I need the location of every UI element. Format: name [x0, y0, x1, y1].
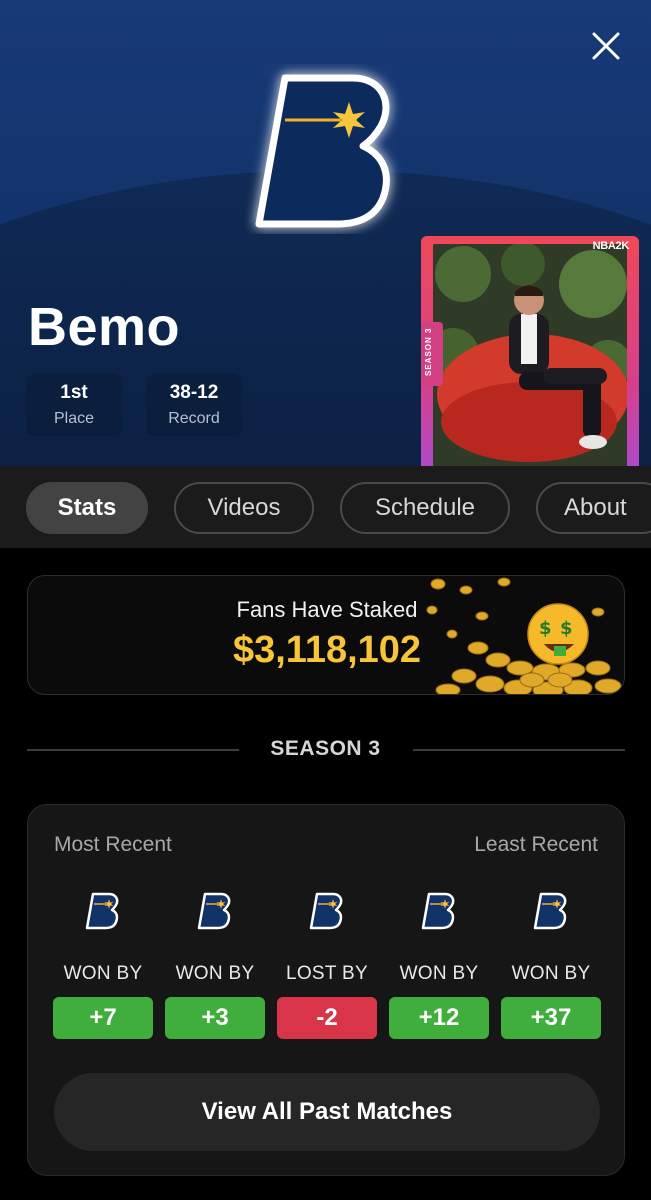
nba2k-badge: NBA2K: [592, 240, 630, 252]
player-photo: [433, 244, 627, 470]
match-result[interactable]: WON BY +3: [165, 891, 265, 1039]
player-card[interactable]: NBA2K SEASON 3: [421, 236, 639, 470]
tab-about[interactable]: About: [536, 482, 651, 534]
player-name: Bemo: [28, 297, 181, 357]
card-season-label: SEASON 3: [424, 327, 433, 376]
match-result-label: WON BY: [63, 963, 143, 984]
most-recent-label: Most Recent: [54, 833, 172, 856]
stat-place-label: Place: [53, 410, 95, 427]
b-star-logo-icon: [421, 892, 455, 930]
match-margin: -2: [277, 997, 377, 1039]
match-result-label: LOST BY: [285, 963, 368, 984]
b-star-logo-icon: [255, 74, 390, 228]
close-icon[interactable]: [584, 24, 628, 68]
divider-right: [413, 749, 625, 751]
match-result-label: WON BY: [511, 963, 591, 984]
least-recent-label: Least Recent: [474, 833, 598, 856]
match-result[interactable]: WON BY +12: [389, 891, 489, 1039]
view-all-past-matches-button[interactable]: View All Past Matches: [54, 1073, 600, 1151]
match-result-label: WON BY: [175, 963, 255, 984]
fans-staked-amount: $3,118,102: [232, 629, 422, 671]
match-margin: +3: [165, 997, 265, 1039]
fans-staked-banner: $ $ Fans Have Staked $3,118,102: [27, 575, 625, 695]
b-star-logo-icon: [85, 892, 119, 930]
player-hero: Bemo 1st Place 38-12 Record NBA2K SEASON…: [0, 0, 651, 470]
stat-record-value: 38-12: [169, 382, 219, 403]
tab-schedule[interactable]: Schedule: [340, 482, 510, 534]
stat-record: 38-12 Record: [146, 374, 242, 436]
fans-staked-label: Fans Have Staked: [236, 597, 418, 622]
match-margin: +7: [53, 997, 153, 1039]
match-margin: +37: [501, 997, 601, 1039]
b-star-logo-icon: [197, 892, 231, 930]
match-margin: +12: [389, 997, 489, 1039]
match-result[interactable]: LOST BY -2: [277, 891, 377, 1039]
b-star-logo-icon: [533, 892, 567, 930]
card-season-tag: SEASON 3: [421, 322, 443, 386]
tab-stats[interactable]: Stats: [26, 482, 148, 534]
stat-place: 1st Place: [26, 374, 122, 436]
stat-place-value: 1st: [60, 382, 88, 403]
match-result-label: WON BY: [399, 963, 479, 984]
tab-bar: Stats Videos Schedule About: [0, 466, 651, 548]
b-star-logo-icon: [309, 892, 343, 930]
recent-matches-panel: Most Recent Least Recent WON BY +7 WON B…: [27, 804, 625, 1176]
tab-videos[interactable]: Videos: [174, 482, 314, 534]
match-result[interactable]: WON BY +37: [501, 891, 601, 1039]
match-result[interactable]: WON BY +7: [53, 891, 153, 1039]
stat-record-label: Record: [168, 410, 220, 427]
